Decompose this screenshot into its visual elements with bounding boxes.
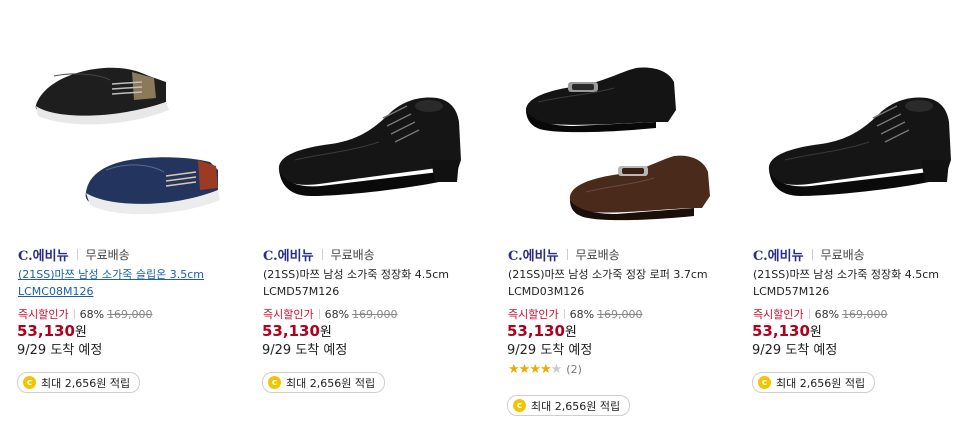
points-badge: c 최대 2,656원 적립: [507, 395, 631, 416]
product-image[interactable]: [259, 10, 479, 230]
discount-row: 즉시할인가 68% 169,000: [508, 306, 643, 322]
currency-unit: 원: [809, 325, 822, 340]
points-badge: c 최대 2,656원 적립: [262, 372, 386, 393]
sale-price-value: 53,130: [507, 322, 565, 340]
c-coin-icon: c: [758, 376, 771, 389]
points-text: 최대 2,656원 적립: [776, 376, 866, 390]
star-empty-icon: ★: [550, 362, 563, 377]
product-card[interactable]: C.에비뉴 무료배송 (21SS)마쯔 남성 소가죽 정장화 4.5cm LCM…: [749, 0, 980, 438]
currency-unit: 원: [564, 325, 577, 340]
product-card[interactable]: C.에비뉴 무료배송 (21SS)마쯔 남성 소가죽 정장 로퍼 3.7cm L…: [504, 0, 739, 438]
product-image[interactable]: [504, 10, 724, 230]
price-label: 즉시할인가: [508, 308, 559, 321]
shipping-badge: 무료배송: [820, 248, 865, 262]
price-label: 즉시할인가: [18, 308, 69, 321]
product-title-link[interactable]: (21SS)마쯔 남성 소가죽 정장화 4.5cm LCMD57M126: [263, 266, 483, 300]
brand-logo[interactable]: C.에비뉴: [508, 245, 559, 264]
arrival-date: 9/29 도착 예정: [752, 343, 838, 358]
product-image[interactable]: [14, 10, 234, 230]
divider: [73, 309, 75, 319]
price-label: 즉시할인가: [753, 308, 804, 321]
discount-rate: 68%: [324, 308, 350, 321]
sale-price-value: 53,130: [262, 322, 320, 340]
product-title-link[interactable]: (21SS)마쯔 남성 소가죽 정장 로퍼 3.7cm LCMD03M126: [508, 266, 728, 300]
product-card[interactable]: C.에비뉴 무료배송 (21SS)마쯔 남성 소가죽 정장화 4.5cm LCM…: [259, 0, 494, 438]
brand-logo[interactable]: C.에비뉴: [263, 245, 314, 264]
c-coin-icon: c: [513, 399, 526, 412]
arrival-date: 9/29 도착 예정: [17, 343, 103, 358]
divider: [811, 249, 813, 260]
brand-row: C.에비뉴 무료배송: [18, 245, 130, 264]
product-title-link[interactable]: (21SS)마쯔 남성 소가죽 슬립온 3.5cm LCMC08M126: [18, 266, 238, 300]
arrival-date: 9/29 도착 예정: [507, 343, 593, 358]
points-text: 최대 2,656원 적립: [286, 376, 376, 390]
divider: [76, 249, 78, 260]
points-text: 최대 2,656원 적립: [41, 376, 131, 390]
review-count: (2): [566, 363, 582, 376]
brand-row: C.에비뉴 무료배송: [508, 245, 620, 264]
star-icon: ★: [518, 362, 531, 377]
sale-price-value: 53,130: [17, 322, 75, 340]
star-icon: ★: [508, 362, 520, 377]
product-title-link[interactable]: (21SS)마쯔 남성 소가죽 정장화 4.5cm LCMD57M126: [753, 266, 973, 300]
shipping-badge: 무료배송: [85, 248, 130, 262]
divider: [808, 309, 810, 319]
original-price: 169,000: [107, 308, 153, 321]
sale-price-value: 53,130: [752, 322, 810, 340]
sale-price: 53,130원: [752, 321, 822, 340]
product-card[interactable]: C.에비뉴 무료배송 (21SS)마쯔 남성 소가죽 슬립온 3.5cm LCM…: [14, 0, 249, 438]
price-label: 즉시할인가: [263, 308, 314, 321]
brand-row: C.에비뉴 무료배송: [263, 245, 375, 264]
divider: [566, 249, 568, 260]
shipping-badge: 무료배송: [575, 248, 620, 262]
brand-row: C.에비뉴 무료배송: [753, 245, 865, 264]
sale-price: 53,130원: [262, 321, 332, 340]
points-badge: c 최대 2,656원 적립: [752, 372, 876, 393]
points-badge: c 최대 2,656원 적립: [17, 372, 141, 393]
rating-row[interactable]: ★ ★ ★ ★ ★ (2): [508, 362, 582, 377]
discount-row: 즉시할인가 68% 169,000: [263, 306, 398, 322]
divider: [318, 309, 320, 319]
original-price: 169,000: [352, 308, 398, 321]
divider: [321, 249, 323, 260]
brand-logo[interactable]: C.에비뉴: [18, 245, 69, 264]
original-price: 169,000: [842, 308, 888, 321]
discount-row: 즉시할인가 68% 169,000: [18, 306, 153, 322]
discount-rate: 68%: [79, 308, 105, 321]
currency-unit: 원: [319, 325, 332, 340]
star-half-icon: ★: [539, 362, 552, 377]
discount-rate: 68%: [569, 308, 595, 321]
star-icon: ★: [529, 362, 541, 377]
c-coin-icon: c: [23, 376, 36, 389]
currency-unit: 원: [74, 325, 87, 340]
brand-logo[interactable]: C.에비뉴: [753, 245, 804, 264]
discount-rate: 68%: [814, 308, 840, 321]
c-coin-icon: c: [268, 376, 281, 389]
shipping-badge: 무료배송: [330, 248, 375, 262]
arrival-date: 9/29 도착 예정: [262, 343, 348, 358]
sale-price: 53,130원: [507, 321, 577, 340]
sale-price: 53,130원: [17, 321, 87, 340]
product-image[interactable]: [749, 10, 969, 230]
divider: [563, 309, 565, 319]
points-text: 최대 2,656원 적립: [531, 399, 621, 413]
discount-row: 즉시할인가 68% 169,000: [753, 306, 888, 322]
original-price: 169,000: [597, 308, 643, 321]
product-grid: C.에비뉴 무료배송 (21SS)마쯔 남성 소가죽 슬립온 3.5cm LCM…: [0, 0, 980, 438]
